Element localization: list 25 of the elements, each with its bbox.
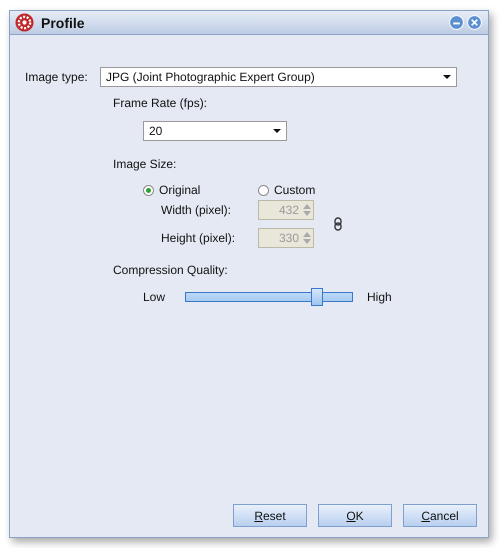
image-type-dropdown[interactable]: JPG (Joint Photographic Expert Group) (100, 67, 457, 87)
dialog-button[interactable]: Reset (233, 504, 307, 527)
dialog-button[interactable]: OK (318, 504, 392, 527)
close-icon[interactable] (467, 15, 482, 30)
width-label: Width (pixel): (161, 203, 232, 217)
low-label: Low (143, 290, 166, 304)
radio-button[interactable] (143, 184, 154, 196)
frame-rate-dropdown[interactable]: 20 (143, 121, 287, 141)
image-size-label: Image Size: (113, 157, 176, 171)
minimize-icon[interactable] (449, 15, 464, 30)
dialog-button[interactable]: Cancel (403, 504, 477, 527)
slider-thumb[interactable] (311, 288, 324, 306)
frame-rate-label: Frame Rate (fps): (113, 96, 208, 110)
window-title: Profile (41, 14, 86, 30)
radio-button[interactable] (258, 184, 269, 196)
app-gear-icon (15, 13, 34, 32)
caret-icon (443, 75, 451, 79)
radio-label[interactable]: Original (159, 183, 200, 197)
compression-quality-label: Compression Quality: (113, 263, 228, 277)
radio-label[interactable]: Custom (274, 183, 316, 197)
caret-icon (273, 129, 281, 133)
high-label: High (367, 290, 392, 304)
height-label: Height (pixel): (161, 231, 236, 245)
link-icon[interactable] (334, 217, 342, 231)
image-type-label: Image type: (25, 70, 89, 84)
